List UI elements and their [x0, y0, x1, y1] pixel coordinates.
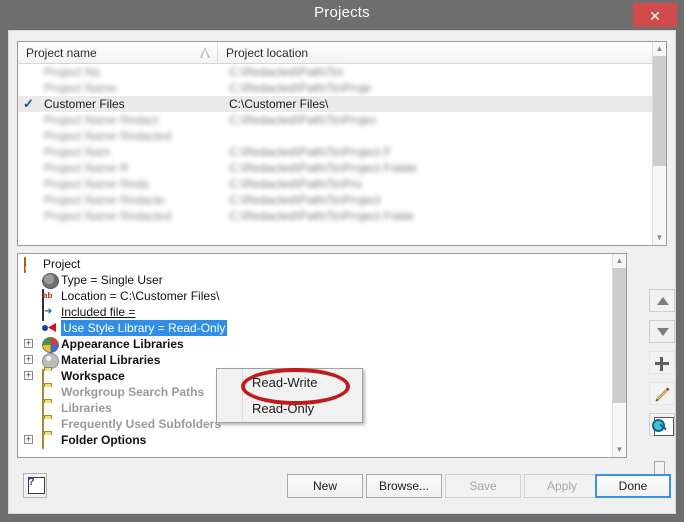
scrollbar-thumb[interactable] — [613, 268, 626, 403]
table-row[interactable]: ✓ Customer Files C:\Customer Files\ — [18, 96, 652, 112]
cell-project-location: C:\Customer Files\ — [229, 97, 329, 111]
scroll-down-icon[interactable]: ▼ — [653, 231, 666, 245]
cell-project-name: Project Name Redacted — [44, 129, 172, 143]
tree-side-toolbar — [649, 289, 677, 444]
tree-item-label: Frequently Used Subfolders — [61, 417, 222, 431]
tree-item-label: Material Libraries — [61, 353, 161, 367]
expand-plus-icon[interactable]: + — [24, 339, 33, 348]
tree-item[interactable]: + Folder Options — [18, 432, 612, 449]
tree-item-label: Location = C:\Customer Files\ — [61, 289, 220, 303]
table-row[interactable]: Project Name Redacted C:\Redacted\Path\To… — [18, 208, 652, 224]
active-project-checkmark-icon: ✓ — [23, 96, 34, 111]
save-button: Save — [445, 474, 521, 498]
table-row[interactable]: Project Name C:\Redacted\Path\To\Proje — [18, 80, 652, 96]
find-document-icon[interactable] — [649, 413, 675, 436]
title-bar: Projects ✕ — [0, 0, 684, 30]
table-row[interactable]: Project Nam C:\Redacted\Path\To\Project F — [18, 144, 652, 160]
tree-item-label: Use Style Library = Read-Only — [61, 320, 228, 336]
expand-plus-icon[interactable]: + — [24, 435, 33, 444]
browse-button[interactable]: Browse... — [366, 474, 442, 498]
tree-item-label: Included file = — [61, 305, 136, 319]
cell-project-name: Project Name Redact — [44, 113, 159, 127]
tree-item[interactable]: Location = C:\Customer Files\ — [18, 288, 612, 305]
project-properties-tree-panel: Project Type = Single User Location = C:\C… — [17, 253, 627, 458]
context-menu-item-read-only[interactable]: Read-Only — [243, 396, 362, 422]
appearance-library-icon — [42, 337, 59, 353]
user-type-icon — [42, 273, 59, 289]
scrollbar-thumb[interactable] — [653, 56, 666, 166]
tree-item[interactable]: Use Style Library = Read-Only — [18, 320, 612, 336]
expand-plus-icon[interactable]: + — [24, 355, 33, 364]
cell-project-location: C:\Redacted\Path\To\Project F — [229, 145, 392, 159]
move-down-icon[interactable] — [649, 320, 675, 343]
project-tree-rows: Project Type = Single User Location = C:\C… — [18, 256, 612, 457]
expand-plus-icon[interactable]: + — [24, 371, 33, 380]
scroll-down-icon[interactable]: ▼ — [613, 443, 626, 457]
tree-item[interactable]: + Material Libraries — [18, 352, 612, 369]
tree-item[interactable]: + Appearance Libraries — [18, 336, 612, 353]
tree-item-label: Workspace — [61, 369, 125, 383]
table-row[interactable]: Project Name Redacte C:\Redacted\Path\To\… — [18, 192, 652, 208]
context-menu-item-read-write[interactable]: Read-Write — [243, 370, 362, 396]
table-row[interactable]: Project Name Redact C:\Redacted\Path\To\P… — [18, 112, 652, 128]
table-row[interactable]: Project Name Reda C:\Redacted\Path\To\Pro — [18, 176, 652, 192]
tree-item[interactable]: Included file = — [18, 304, 612, 321]
included-file-icon — [42, 305, 44, 321]
table-row[interactable]: Project Na C:\Redacted\Path\To\ — [18, 64, 652, 80]
dialog-client-area: Project name Project location Project Na… — [8, 30, 676, 514]
cell-project-name: Project Name Redacted — [44, 209, 172, 223]
cell-project-name: Customer Files — [44, 97, 125, 111]
tree-item[interactable]: Project — [18, 256, 612, 273]
ab-text-icon — [42, 289, 44, 305]
help-question-icon[interactable]: ? — [23, 473, 47, 498]
table-row[interactable]: Project Name Redacted — [18, 128, 652, 144]
cell-project-location: C:\Redacted\Path\To\Pro — [229, 177, 362, 191]
cell-project-name: Project Name Reda — [44, 177, 149, 191]
table-row[interactable]: Project Name R C:\Redacted\Path\To\Projec… — [18, 160, 652, 176]
project-tree-scrollbar[interactable]: ▲ ▼ — [612, 254, 626, 457]
tree-item-label: Project — [43, 257, 81, 271]
cell-project-name: Project Nam — [44, 145, 111, 159]
cell-project-location: C:\Redacted\Path\To\Project Folde — [229, 209, 414, 223]
cell-project-location: C:\Redacted\Path\To\Projec — [229, 113, 378, 127]
edit-pencil-icon — [655, 387, 670, 402]
dialog-button-row: ? New Browse... Save Apply Done — [9, 468, 677, 514]
cell-project-name: Project Name Redacte — [44, 193, 165, 207]
cell-project-location: C:\Redacted\Path\To\ — [229, 65, 344, 79]
new-button[interactable]: New — [287, 474, 363, 498]
cell-project-location: C:\Redacted\Path\To\Proje — [229, 81, 372, 95]
cell-project-location: C:\Redacted\Path\To\Project — [229, 193, 381, 207]
column-header-project-location[interactable]: Project location — [218, 42, 648, 64]
sort-ascending-icon[interactable] — [200, 47, 210, 58]
window-title: Projects — [314, 4, 370, 21]
close-icon[interactable]: ✕ — [633, 3, 677, 27]
done-button[interactable]: Done — [595, 474, 671, 498]
cell-project-name: Project Na — [44, 65, 101, 79]
cell-project-name: Project Name R — [44, 161, 129, 175]
tree-item[interactable]: Type = Single User — [18, 272, 612, 289]
tree-item-label: Libraries — [61, 401, 112, 415]
style-library-context-menu: Read-Write Read-Only — [216, 368, 363, 423]
tree-item-label: Workgroup Search Paths — [61, 385, 205, 399]
ipj-project-icon — [24, 257, 26, 273]
project-list-rows: Project Na C:\Redacted\Path\To\ Project Na… — [18, 64, 652, 245]
scroll-up-icon[interactable]: ▲ — [613, 254, 626, 268]
apply-button: Apply — [524, 474, 600, 498]
edit-pencil-icon[interactable] — [649, 382, 675, 405]
context-menu-gutter — [217, 369, 243, 422]
move-up-icon[interactable] — [649, 289, 675, 312]
folder-icon — [42, 433, 44, 449]
tree-item-label: Folder Options — [61, 433, 147, 447]
scroll-up-icon[interactable]: ▲ — [653, 42, 666, 56]
project-list-header: Project name Project location — [18, 42, 666, 64]
tree-item-label: Type = Single User — [61, 273, 163, 287]
project-list-panel: Project name Project location Project Na… — [17, 41, 667, 246]
tree-item-label: Appearance Libraries — [61, 337, 184, 351]
project-list-scrollbar[interactable]: ▲ ▼ — [652, 42, 666, 245]
column-header-project-name[interactable]: Project name — [18, 42, 218, 64]
add-plus-icon[interactable] — [649, 351, 675, 374]
projects-dialog-window: Projects ✕ Project name Project location… — [0, 0, 684, 522]
cell-project-name: Project Name — [44, 81, 117, 95]
cell-project-location: C:\Redacted\Path\To\Project Folder — [229, 161, 418, 175]
